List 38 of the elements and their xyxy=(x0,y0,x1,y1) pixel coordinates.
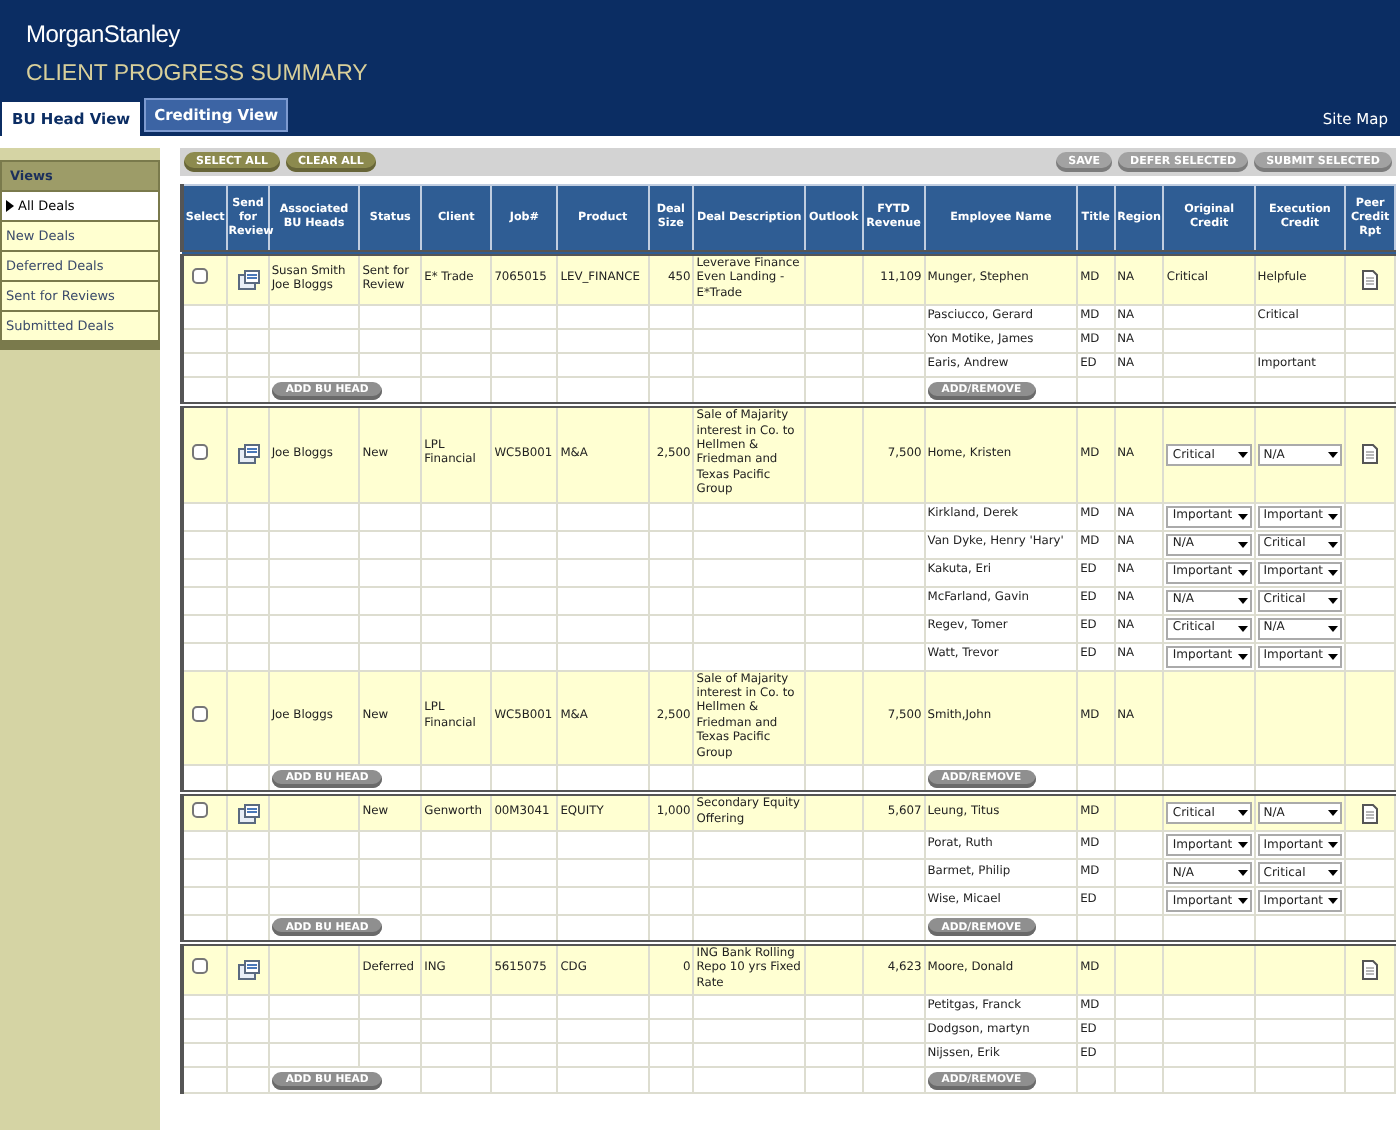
caret-icon xyxy=(1237,810,1248,816)
caret-icon xyxy=(1237,451,1248,458)
caret-icon xyxy=(1328,810,1339,816)
caret-icon xyxy=(1237,541,1248,548)
select-checkbox[interactable] xyxy=(192,443,208,460)
caret-icon xyxy=(1237,841,1248,848)
document-icon[interactable] xyxy=(1362,960,1379,981)
app-title: CLIENT PROGRESS SUMMARY xyxy=(26,62,368,86)
caret-icon xyxy=(1237,625,1248,632)
document-icon[interactable] xyxy=(1362,270,1379,291)
caret-icon xyxy=(1328,451,1339,458)
send-icon[interactable] xyxy=(237,444,259,465)
pointer-icon xyxy=(6,200,14,212)
caret-icon xyxy=(1328,653,1339,660)
select-checkbox[interactable] xyxy=(192,958,208,975)
caret-icon xyxy=(1237,569,1248,576)
caret-icon xyxy=(1328,625,1339,632)
caret-icon xyxy=(1237,653,1248,660)
caret-icon xyxy=(1328,897,1339,904)
caret-icon xyxy=(1328,541,1339,548)
document-icon[interactable] xyxy=(1362,803,1379,823)
caret-icon xyxy=(1237,897,1248,904)
caret-icon xyxy=(1328,841,1339,848)
caret-icon xyxy=(1328,869,1339,876)
send-icon[interactable] xyxy=(237,270,259,291)
caret-icon xyxy=(1237,597,1248,604)
document-icon[interactable] xyxy=(1362,444,1379,465)
caret-icon xyxy=(1237,513,1248,520)
brand-logo: MorganStanley xyxy=(26,20,180,48)
caret-icon xyxy=(1237,869,1248,876)
select-checkbox[interactable] xyxy=(192,801,208,818)
caret-icon xyxy=(1328,569,1339,576)
caret-icon xyxy=(1328,597,1339,604)
caret-icon xyxy=(1328,513,1339,520)
send-icon[interactable] xyxy=(237,960,259,981)
select-checkbox[interactable] xyxy=(192,268,208,285)
send-icon[interactable] xyxy=(237,803,259,823)
select-checkbox[interactable] xyxy=(192,706,208,723)
